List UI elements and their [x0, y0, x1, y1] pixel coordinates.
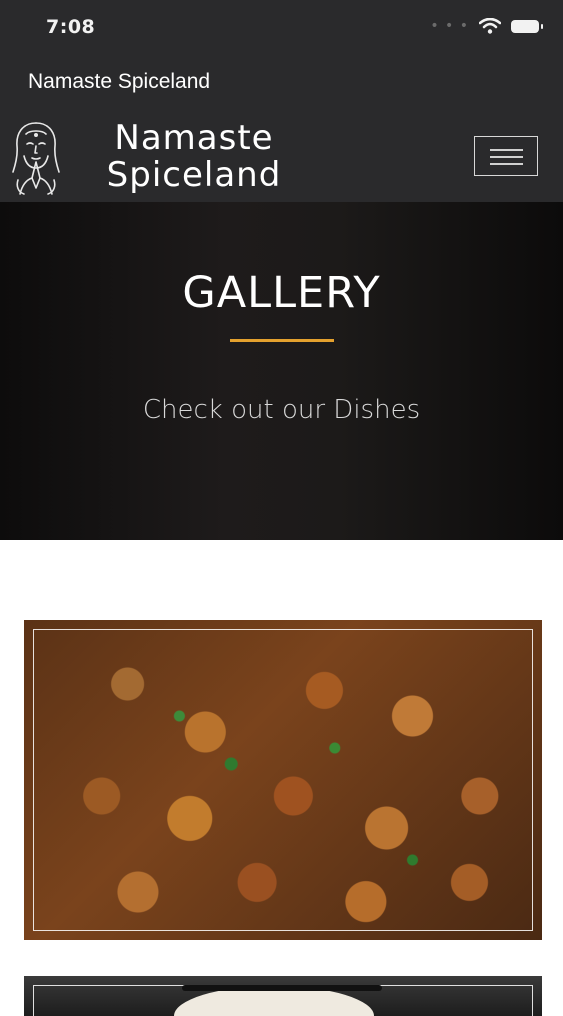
title-divider: [230, 339, 334, 342]
hamburger-menu-icon: [490, 149, 523, 151]
app-title-bar: Namaste Spiceland: [0, 56, 563, 112]
page-title: GALLERY: [182, 268, 381, 318]
gallery-dish-photo[interactable]: [24, 620, 542, 940]
battery-icon: [511, 19, 543, 33]
page-subtitle: Check out our Dishes: [142, 395, 421, 425]
hamburger-bar: [490, 156, 523, 158]
wifi-icon: [479, 18, 501, 34]
hamburger-menu-button[interactable]: [474, 136, 538, 176]
app-title: Namaste Spiceland: [28, 70, 211, 93]
cellular-signal-icon: • • •: [430, 18, 469, 34]
brand-name[interactable]: Namaste Spiceland: [84, 120, 304, 194]
status-bar: 7:08 • • •: [0, 0, 563, 56]
gallery-dish-photo[interactable]: [24, 976, 542, 1016]
gallery-hero: [0, 202, 563, 540]
home-indicator[interactable]: [182, 985, 382, 991]
hamburger-bar: [490, 163, 523, 165]
status-icons: • • •: [430, 18, 543, 34]
brand-line-2: Spiceland: [106, 155, 282, 195]
photo-frame: [33, 629, 533, 931]
namaste-woman-logo-icon[interactable]: [10, 120, 62, 196]
brand-line-1: Namaste: [114, 118, 274, 158]
status-time: 7:08: [46, 16, 96, 38]
